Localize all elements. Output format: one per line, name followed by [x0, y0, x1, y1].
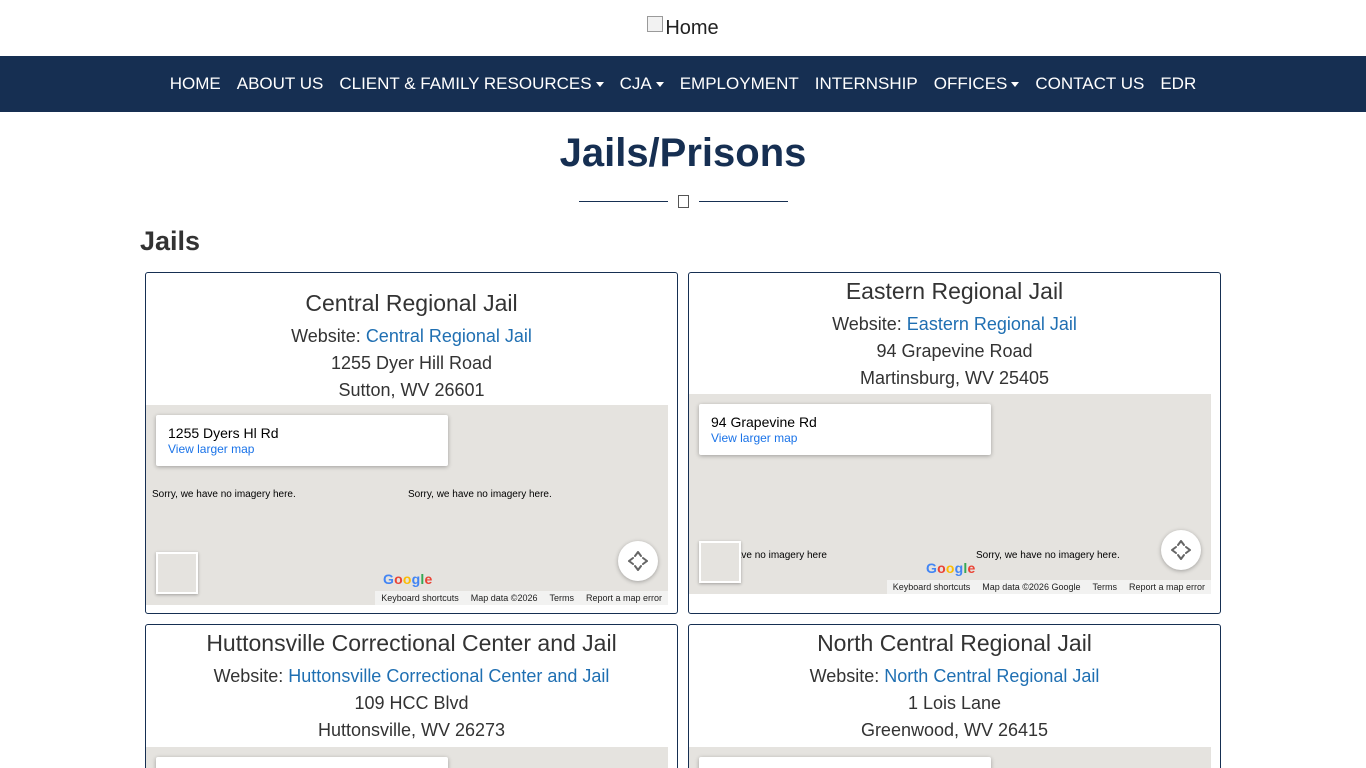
- google-map[interactable]: [146, 747, 668, 768]
- card-website-link[interactable]: Eastern Regional Jail: [907, 314, 1077, 334]
- nav-client-family-resources-label: CLIENT & FAMILY RESOURCES: [339, 74, 592, 93]
- map-address: 1255 Dyers Hl Rd: [168, 425, 279, 441]
- map-type-control[interactable]: [156, 552, 198, 594]
- terms-link[interactable]: Terms: [549, 593, 574, 603]
- nav-contact-us-label: CONTACT US: [1035, 74, 1145, 93]
- card-title: Eastern Regional Jail: [845, 278, 1064, 304]
- card-website-link[interactable]: North Central Regional Jail: [884, 666, 1099, 686]
- jail-card-central-regional: Central Regional Jail Website: Central R…: [145, 272, 678, 614]
- nav-home[interactable]: HOME: [162, 74, 229, 94]
- nav-contact-us[interactable]: CONTACT US: [1027, 74, 1152, 94]
- google-map[interactable]: 1255 Dyers Hl Rd View larger map Sorry, …: [146, 405, 668, 605]
- nav-home-label: HOME: [169, 74, 221, 93]
- title-divider: [0, 190, 1366, 212]
- nav-offices[interactable]: OFFICES: [926, 74, 1028, 94]
- broken-image-icon: [647, 16, 664, 32]
- caret-down-icon: [1011, 81, 1020, 87]
- card-website-link[interactable]: Huttonsville Correctional Center and Jai…: [288, 666, 609, 686]
- caret-down-icon: [655, 81, 664, 87]
- move-arrows-icon: [1171, 540, 1191, 560]
- map-attribution: Keyboard shortcuts Map data ©2026 Google…: [886, 580, 1211, 594]
- jail-card-huttonsville: Huttonsville Correctional Center and Jai…: [145, 624, 678, 768]
- card-street: 1 Lois Lane: [907, 693, 1002, 713]
- card-city: Greenwood, WV 26415: [860, 720, 1049, 740]
- nav-employment[interactable]: EMPLOYMENT: [672, 74, 807, 94]
- card-website-link[interactable]: Central Regional Jail: [366, 326, 532, 346]
- website-prefix: Website:: [809, 666, 880, 686]
- nav-edr-label: EDR: [1160, 74, 1197, 93]
- view-larger-map-link[interactable]: View larger map: [711, 430, 979, 446]
- card-street: 1255 Dyer Hill Road: [330, 353, 493, 373]
- map-address: 94 Grapevine Rd: [711, 414, 817, 430]
- nav-cja-label: CJA: [619, 74, 652, 93]
- card-street: 94 Grapevine Road: [876, 341, 1033, 361]
- card-website-line: Website: Huttonsville Correctional Cente…: [146, 663, 677, 690]
- card-title: North Central Regional Jail: [817, 630, 1092, 656]
- google-logo: Google: [926, 560, 976, 576]
- google-map[interactable]: [689, 747, 1211, 768]
- view-larger-map-link[interactable]: View larger map: [168, 441, 436, 457]
- main-nav: HOME ABOUT US CLIENT & FAMILY RESOURCES …: [0, 56, 1366, 112]
- divider-line-left: [578, 200, 668, 202]
- nav-offices-label: OFFICES: [933, 74, 1008, 93]
- card-city: Sutton, WV 26601: [338, 380, 485, 400]
- card-website-line: Website: Central Regional Jail: [146, 323, 677, 350]
- square-glyph-icon: [677, 194, 689, 208]
- map-data-text: Map data ©2026: [470, 593, 538, 603]
- report-map-error-link[interactable]: Report a map error: [586, 593, 662, 603]
- card-website-line: Website: North Central Regional Jail: [689, 663, 1220, 690]
- jail-card-eastern-regional: Eastern Regional Jail Website: Eastern R…: [688, 272, 1221, 614]
- map-info-box: [699, 757, 991, 768]
- website-prefix: Website:: [291, 326, 361, 346]
- move-arrows-icon: [628, 551, 648, 571]
- section-heading-jails: Jails: [140, 226, 201, 256]
- keyboard-shortcuts-link[interactable]: Keyboard shortcuts: [381, 593, 459, 603]
- card-title: Central Regional Jail: [305, 290, 518, 316]
- map-camera-control[interactable]: [1161, 530, 1201, 570]
- nav-internship[interactable]: INTERNSHIP: [807, 74, 926, 94]
- google-logo: Google: [383, 571, 433, 587]
- map-attribution: Keyboard shortcuts Map data ©2026 Terms …: [375, 591, 668, 605]
- terms-link[interactable]: Terms: [1092, 582, 1117, 592]
- nav-client-family-resources[interactable]: CLIENT & FAMILY RESOURCES: [331, 74, 611, 94]
- google-map[interactable]: 94 Grapevine Rd View larger map Sorry, w…: [689, 394, 1211, 594]
- website-prefix: Website:: [832, 314, 902, 334]
- map-info-box: 94 Grapevine Rd View larger map: [699, 404, 991, 455]
- page-title: Jails/Prisons: [559, 131, 807, 175]
- nav-about-us-label: ABOUT US: [236, 74, 324, 93]
- caret-down-icon: [595, 81, 604, 87]
- nav-cja[interactable]: CJA: [612, 74, 672, 94]
- nav-internship-label: INTERNSHIP: [814, 74, 918, 93]
- keyboard-shortcuts-link[interactable]: Keyboard shortcuts: [893, 582, 971, 592]
- map-info-box: 1255 Dyers Hl Rd View larger map: [156, 415, 448, 466]
- card-street: 109 HCC Blvd: [354, 693, 469, 713]
- map-data-text: Map data ©2026 Google: [982, 582, 1081, 592]
- map-type-control[interactable]: [699, 541, 741, 583]
- map-info-box: [156, 757, 448, 768]
- logo-alt-text: Home: [665, 16, 719, 39]
- report-map-error-link[interactable]: Report a map error: [1129, 582, 1205, 592]
- card-title: Huttonsville Correctional Center and Jai…: [206, 630, 617, 656]
- no-imagery-text: Sorry, we have no imagery here.: [408, 489, 552, 500]
- card-city: Martinsburg, WV 25405: [859, 368, 1050, 388]
- jail-card-north-central: North Central Regional Jail Website: Nor…: [688, 624, 1221, 768]
- home-logo-link[interactable]: Home: [647, 16, 719, 40]
- divider-line-right: [698, 200, 788, 202]
- no-imagery-text: Sorry, we have no imagery here.: [152, 489, 296, 500]
- nav-employment-label: EMPLOYMENT: [679, 74, 799, 93]
- nav-about-us[interactable]: ABOUT US: [229, 74, 332, 94]
- website-prefix: Website:: [213, 666, 284, 686]
- no-imagery-text: Sorry, we have no imagery here.: [976, 550, 1120, 561]
- map-camera-control[interactable]: [618, 541, 658, 581]
- card-website-line: Website: Eastern Regional Jail: [689, 311, 1220, 338]
- nav-edr[interactable]: EDR: [1152, 74, 1204, 94]
- card-city: Huttonsville, WV 26273: [317, 720, 506, 740]
- logo-bar: Home: [0, 0, 1366, 56]
